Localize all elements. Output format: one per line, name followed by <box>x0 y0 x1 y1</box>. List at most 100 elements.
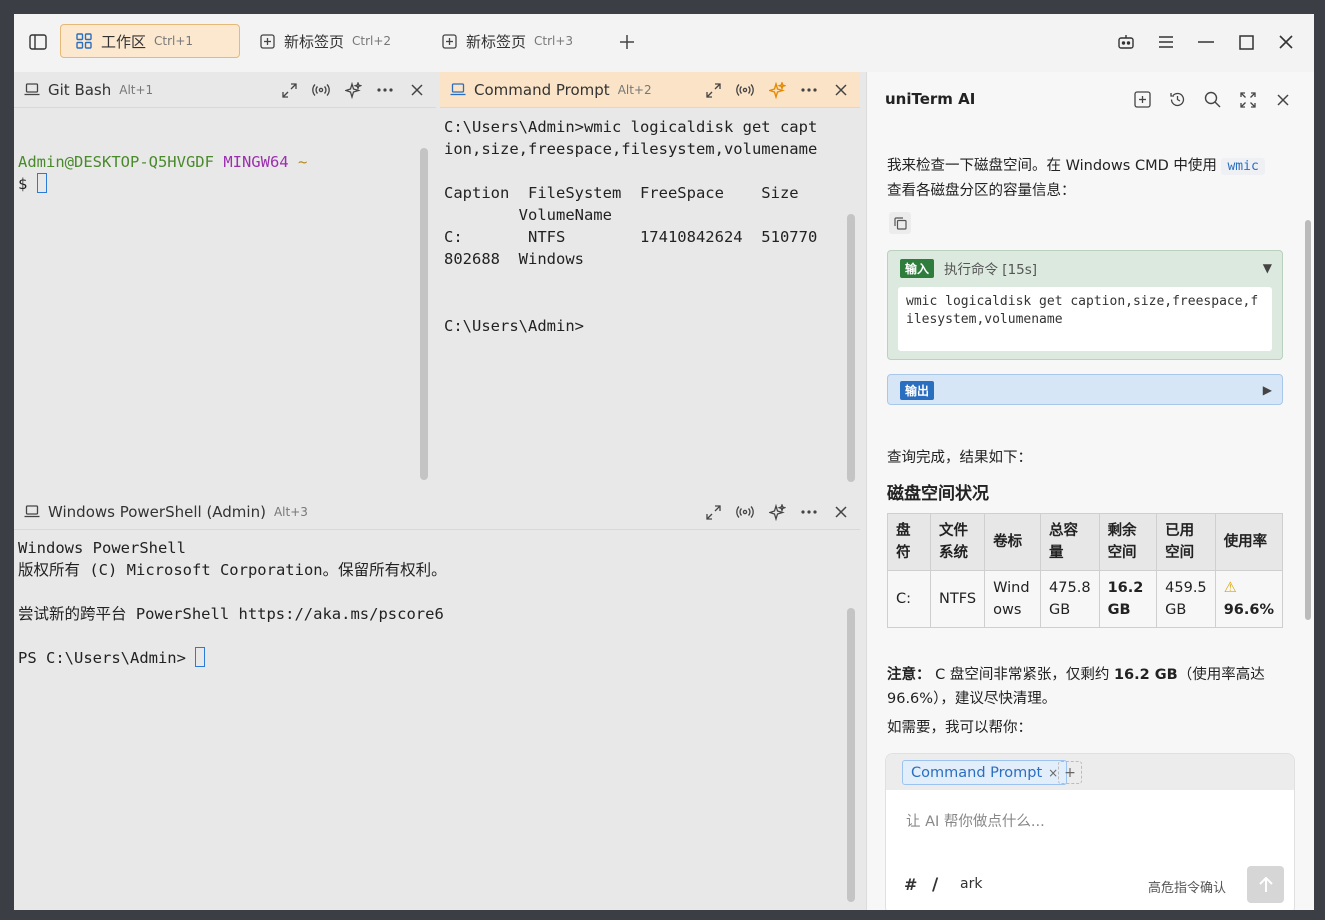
table-row: C: NTFS Windows 475.8 GB 16.2 GB 459.5 G… <box>886 570 1284 628</box>
expand-icon[interactable] <box>280 81 298 99</box>
pane-shortcut: Alt+3 <box>273 504 308 519</box>
tab-new-2[interactable]: 新标签页 Ctrl+3 <box>440 24 573 58</box>
pane-header: Command Prompt Alt+2 <box>440 72 860 108</box>
context-bar: Command Prompt × + <box>886 754 1294 790</box>
laptop-icon <box>24 505 40 518</box>
expand-icon[interactable] <box>704 81 722 99</box>
scrollbar[interactable] <box>847 214 855 482</box>
table-header: 盘符 <box>886 513 932 571</box>
terminal-line: C:\Users\Admin>wmic logicaldisk get capt <box>444 118 818 136</box>
hash-button[interactable]: # <box>904 875 917 894</box>
terminal-line: Caption FileSystem FreeSpace Size <box>444 184 799 202</box>
more-icon[interactable] <box>376 81 394 99</box>
minimize-icon[interactable] <box>1196 32 1216 52</box>
usage-cell: ⚠ 96.6% <box>1214 570 1284 628</box>
broadcast-icon[interactable] <box>312 81 330 99</box>
output-block[interactable]: 输出 ▶ <box>887 374 1283 405</box>
sidebar-toggle-icon[interactable] <box>28 32 48 52</box>
scrollbar[interactable] <box>1305 220 1311 620</box>
close-pane-icon[interactable] <box>832 81 850 99</box>
broadcast-icon[interactable] <box>736 503 754 521</box>
tab-label: 新标签页 <box>466 32 527 51</box>
terminal-cursor <box>36 173 47 193</box>
laptop-icon <box>24 83 40 96</box>
add-context-button[interactable]: + <box>1058 761 1082 784</box>
app-window: 工作区 Ctrl+1 新标签页 Ctrl+2 新标签页 Ctrl+3 Git B… <box>14 14 1314 910</box>
input-badge: 输入 <box>900 258 935 278</box>
bash-user: Admin@DESKTOP-Q5HVGDF <box>18 153 214 171</box>
inline-code: wmic <box>1221 158 1265 175</box>
search-icon[interactable] <box>1203 90 1222 109</box>
pane-header: Windows PowerShell (Admin) Alt+3 <box>14 494 860 530</box>
command-label: 执行命令 [15s] <box>944 262 1038 278</box>
ai-sparkle-icon[interactable] <box>768 503 786 521</box>
slash-button[interactable]: / <box>932 875 938 895</box>
title-bar: 工作区 Ctrl+1 新标签页 Ctrl+2 新标签页 Ctrl+3 <box>14 14 1314 72</box>
terminal-line: Windows PowerShell <box>18 539 186 557</box>
chip-label: Command Prompt <box>911 764 1043 781</box>
close-pane-icon[interactable] <box>832 503 850 521</box>
result-text: 查询完成，结果如下： <box>887 450 1032 466</box>
ai-intro-message: 我来检查一下磁盘空间。在 Windows CMD 中使用 wmic 查看各磁盘分… <box>887 154 1287 203</box>
tab-workspace[interactable]: 工作区 Ctrl+1 <box>60 24 240 58</box>
maximize-icon[interactable] <box>1236 32 1256 52</box>
terminal-line: ion,size,freespace,filesystem,volumename <box>444 140 818 158</box>
pane-title: Windows PowerShell (Admin) <box>48 502 266 521</box>
copy-icon[interactable] <box>889 212 911 234</box>
note-message: 注意： C 盘空间非常紧张，仅剩约 16.2 GB（使用率高达 96.6%），建… <box>887 663 1287 711</box>
tab-new-1[interactable]: 新标签页 Ctrl+2 <box>258 24 391 58</box>
more-icon[interactable] <box>800 81 818 99</box>
table-cell: NTFS <box>930 570 986 628</box>
scrollbar[interactable] <box>420 148 428 480</box>
terminal-line: C: NTFS 17410842624 510770 <box>444 228 818 246</box>
send-button[interactable] <box>1247 866 1284 903</box>
expand-arrow-icon[interactable]: ▶ <box>1263 383 1272 397</box>
expand-icon[interactable] <box>704 503 722 521</box>
chat-input[interactable]: 让 AI 帮你做点什么... <box>906 810 1045 831</box>
ai-sparkle-icon[interactable] <box>344 81 362 99</box>
new-tab-plus-icon[interactable] <box>617 32 637 52</box>
model-selector[interactable]: ark <box>960 876 982 892</box>
note-label: 注意： <box>887 667 931 683</box>
terminal-line: 版权所有 (C) Microsoft Corporation。保留所有权利。 <box>18 561 447 579</box>
ai-panel: uniTerm AI 我来检查一下磁盘空间。在 Windows CMD 中使用 … <box>866 72 1314 910</box>
table-cell: 459.5 GB <box>1156 570 1216 628</box>
danger-confirm-toggle[interactable]: 高危指令确认 <box>1148 877 1226 896</box>
output-badge: 输出 <box>900 380 935 400</box>
new-chat-icon[interactable] <box>1133 90 1152 109</box>
tab-label: 新标签页 <box>284 32 345 51</box>
fullscreen-icon[interactable] <box>1238 90 1257 109</box>
ai-sparkle-icon[interactable] <box>768 81 786 99</box>
close-panel-icon[interactable] <box>1273 90 1292 109</box>
close-pane-icon[interactable] <box>408 81 426 99</box>
menu-icon[interactable] <box>1156 32 1176 52</box>
history-icon[interactable] <box>1168 90 1187 109</box>
pane-powershell[interactable]: Windows PowerShell (Admin) Alt+3 Windows… <box>14 494 860 910</box>
intro-text: 我来检查一下磁盘空间。在 Windows CMD 中使用 <box>887 158 1217 174</box>
table-header: 卷标 <box>984 513 1042 571</box>
broadcast-icon[interactable] <box>736 81 754 99</box>
more-icon[interactable] <box>800 503 818 521</box>
bash-prompt: $ <box>18 175 28 193</box>
robot-icon[interactable] <box>1116 32 1136 52</box>
note-text: C 盘空间非常紧张，仅剩约 <box>935 667 1110 683</box>
scrollbar[interactable] <box>847 608 855 902</box>
close-window-icon[interactable] <box>1276 32 1296 52</box>
pane-git-bash[interactable]: Git Bash Alt+1 Admin@DESKTOP-Q5HVGDF MIN… <box>14 72 436 490</box>
laptop-icon <box>450 83 466 96</box>
terminal-output[interactable]: C:\Users\Admin>wmic logicaldisk get capt… <box>444 116 817 337</box>
table-cell: C: <box>886 570 932 628</box>
terminal-line: C:\Users\Admin> <box>444 317 584 335</box>
collapse-arrow-icon[interactable]: ▼ <box>1263 261 1272 275</box>
table-header: 文件系统 <box>930 513 986 571</box>
terminal-output[interactable]: Windows PowerShell 版权所有 (C) Microsoft Cor… <box>18 537 447 669</box>
chip-remove-icon[interactable]: × <box>1048 766 1058 780</box>
pane-header: Git Bash Alt+1 <box>14 72 436 108</box>
terminal-output[interactable]: Admin@DESKTOP-Q5HVGDF MINGW64 ~ $ <box>18 151 307 195</box>
table-header: 已用空间 <box>1156 513 1216 571</box>
context-chip[interactable]: Command Prompt × <box>902 760 1068 785</box>
chat-input-card: Command Prompt × + 让 AI 帮你做点什么... # / ar… <box>885 753 1295 910</box>
pane-command-prompt[interactable]: Command Prompt Alt+2 C:\Users\Admin>wmic… <box>440 72 860 490</box>
command-block-header[interactable]: 输入 执行命令 [15s] ▼ <box>900 258 1272 278</box>
table-header: 剩余空间 <box>1098 513 1158 571</box>
